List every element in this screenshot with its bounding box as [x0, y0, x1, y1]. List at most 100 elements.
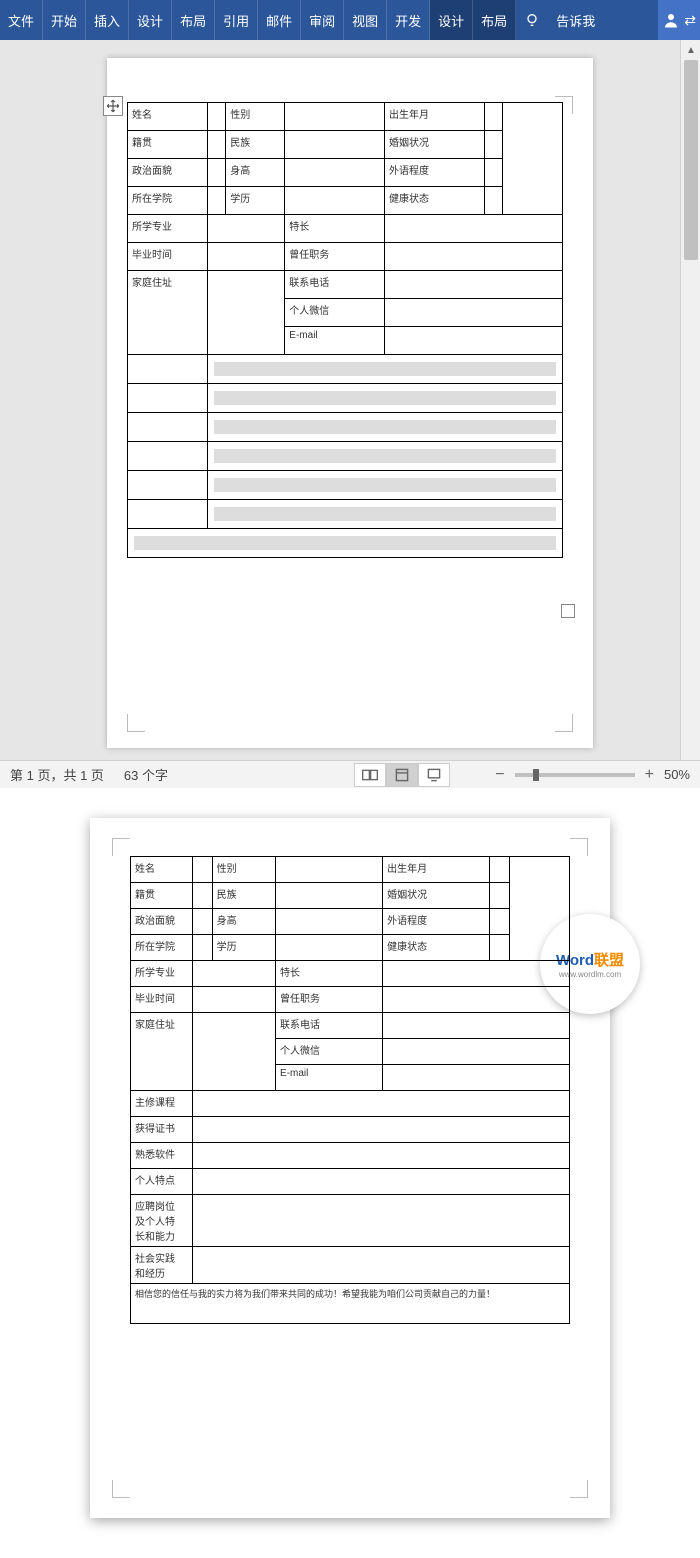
cell-shaded[interactable] — [208, 384, 563, 413]
cell[interactable] — [384, 327, 562, 355]
cell[interactable]: 政治面貌 — [128, 159, 208, 187]
status-word-count[interactable]: 63 个字 — [114, 765, 178, 784]
status-page[interactable]: 第 1 页，共 1 页 — [0, 765, 114, 784]
tab-developer[interactable]: 开发 — [387, 0, 430, 40]
cell: 熟悉软件 — [131, 1143, 193, 1169]
cell-birth-label[interactable]: 出生年月 — [384, 103, 484, 131]
cell[interactable] — [208, 103, 226, 131]
cell[interactable]: 健康状态 — [384, 187, 484, 215]
cell[interactable]: 籍贯 — [128, 131, 208, 159]
cell[interactable]: 联系电话 — [285, 271, 385, 299]
tab-design[interactable]: 设计 — [129, 0, 172, 40]
cell[interactable]: 特长 — [285, 215, 385, 243]
cell[interactable] — [128, 413, 208, 442]
cell-gender-label[interactable]: 性别 — [226, 103, 285, 131]
cell[interactable] — [208, 159, 226, 187]
scroll-thumb[interactable] — [684, 60, 698, 260]
cell[interactable]: 婚姻状况 — [384, 131, 484, 159]
cell[interactable]: 家庭住址 — [128, 271, 208, 355]
tab-view[interactable]: 视图 — [344, 0, 387, 40]
table-move-handle[interactable] — [103, 96, 123, 116]
cell[interactable]: 所在学院 — [128, 187, 208, 215]
cell: 健康状态 — [383, 935, 490, 961]
cell[interactable]: 学历 — [226, 187, 285, 215]
cell[interactable] — [208, 271, 285, 355]
cell[interactable] — [208, 243, 285, 271]
cell-shaded[interactable] — [208, 500, 563, 529]
cell[interactable] — [128, 471, 208, 500]
cell[interactable]: 身高 — [226, 159, 285, 187]
zoom-slider[interactable] — [515, 773, 635, 777]
tab-table-layout[interactable]: 布局 — [473, 0, 516, 40]
cell[interactable]: 毕业时间 — [128, 243, 208, 271]
ribbon-account[interactable]: ⇄ — [658, 0, 700, 40]
zoom-in-button[interactable]: + — [645, 766, 654, 784]
cell[interactable] — [128, 384, 208, 413]
cell[interactable] — [384, 215, 562, 243]
cell: 获得证书 — [131, 1117, 193, 1143]
cell[interactable] — [128, 500, 208, 529]
view-web-layout[interactable] — [418, 763, 450, 787]
cell-photo[interactable] — [503, 103, 563, 215]
zoom-percent[interactable]: 50% — [664, 767, 690, 782]
cell[interactable] — [285, 103, 385, 131]
cell-shaded[interactable] — [208, 413, 563, 442]
cell[interactable]: 外语程度 — [384, 159, 484, 187]
cell[interactable] — [484, 159, 502, 187]
cell: 出生年月 — [383, 857, 490, 883]
cell[interactable] — [285, 131, 385, 159]
preview-area: Word联盟 www.wordlm.com 姓名性别出生年月 籍贯民族婚姻状况 … — [0, 788, 700, 1558]
preview-resume-table: 姓名性别出生年月 籍贯民族婚姻状况 政治面貌身高外语程度 所在学院学历健康状态 … — [130, 856, 570, 1324]
document-page[interactable]: 姓名性别出生年月 籍贯民族婚姻状况 政治面貌身高外语程度 所在学院学历健康状态 … — [107, 58, 593, 748]
cell[interactable] — [128, 355, 208, 384]
cell[interactable] — [208, 187, 226, 215]
cell[interactable]: 民族 — [226, 131, 285, 159]
cell: 联系电话 — [276, 1013, 383, 1039]
tell-me[interactable]: 告诉我 — [548, 0, 603, 40]
cell-shaded[interactable] — [208, 442, 563, 471]
tab-references[interactable]: 引用 — [215, 0, 258, 40]
cell[interactable] — [484, 103, 502, 131]
tab-home[interactable]: 开始 — [43, 0, 86, 40]
resume-table[interactable]: 姓名性别出生年月 籍贯民族婚姻状况 政治面貌身高外语程度 所在学院学历健康状态 … — [127, 102, 563, 558]
cell[interactable] — [285, 187, 385, 215]
corner — [112, 838, 130, 856]
cell[interactable]: 个人微信 — [285, 299, 385, 327]
cell[interactable] — [384, 271, 562, 299]
cell[interactable] — [484, 131, 502, 159]
tab-mailings[interactable]: 邮件 — [258, 0, 301, 40]
cell: 特长 — [276, 961, 383, 987]
tab-insert[interactable]: 插入 — [86, 0, 129, 40]
cell-shaded[interactable] — [208, 355, 563, 384]
cell-name-label[interactable]: 姓名 — [128, 103, 208, 131]
cell[interactable] — [384, 243, 562, 271]
cell[interactable] — [384, 299, 562, 327]
cell: 应聘岗位及个人特长和能力 — [131, 1195, 193, 1247]
view-switcher — [354, 763, 450, 787]
cell[interactable]: E-mail — [285, 327, 385, 355]
cell[interactable]: 曾任职务 — [285, 243, 385, 271]
zoom-out-button[interactable]: − — [495, 766, 504, 784]
cell-shaded[interactable] — [208, 471, 563, 500]
cell[interactable] — [208, 215, 285, 243]
cell-shaded[interactable] — [128, 529, 563, 558]
cell[interactable] — [484, 187, 502, 215]
view-read-mode[interactable] — [354, 763, 386, 787]
cell[interactable] — [208, 131, 226, 159]
cell: 所在学院 — [131, 935, 193, 961]
cell[interactable] — [285, 159, 385, 187]
page-corner-br — [555, 714, 573, 732]
cell: 籍贯 — [131, 883, 193, 909]
table-resize-handle[interactable] — [561, 604, 575, 618]
zoom-slider-thumb[interactable] — [533, 769, 539, 781]
cell[interactable]: 所学专业 — [128, 215, 208, 243]
scroll-up-arrow[interactable]: ▲ — [681, 40, 700, 60]
tab-layout[interactable]: 布局 — [172, 0, 215, 40]
tab-file[interactable]: 文件 — [0, 0, 43, 40]
tab-table-design[interactable]: 设计 — [430, 0, 473, 40]
vertical-scrollbar[interactable]: ▲ — [680, 40, 700, 760]
zoom-controls: − + 50% — [495, 766, 690, 784]
cell[interactable] — [128, 442, 208, 471]
tab-review[interactable]: 审阅 — [301, 0, 344, 40]
view-print-layout[interactable] — [386, 763, 418, 787]
